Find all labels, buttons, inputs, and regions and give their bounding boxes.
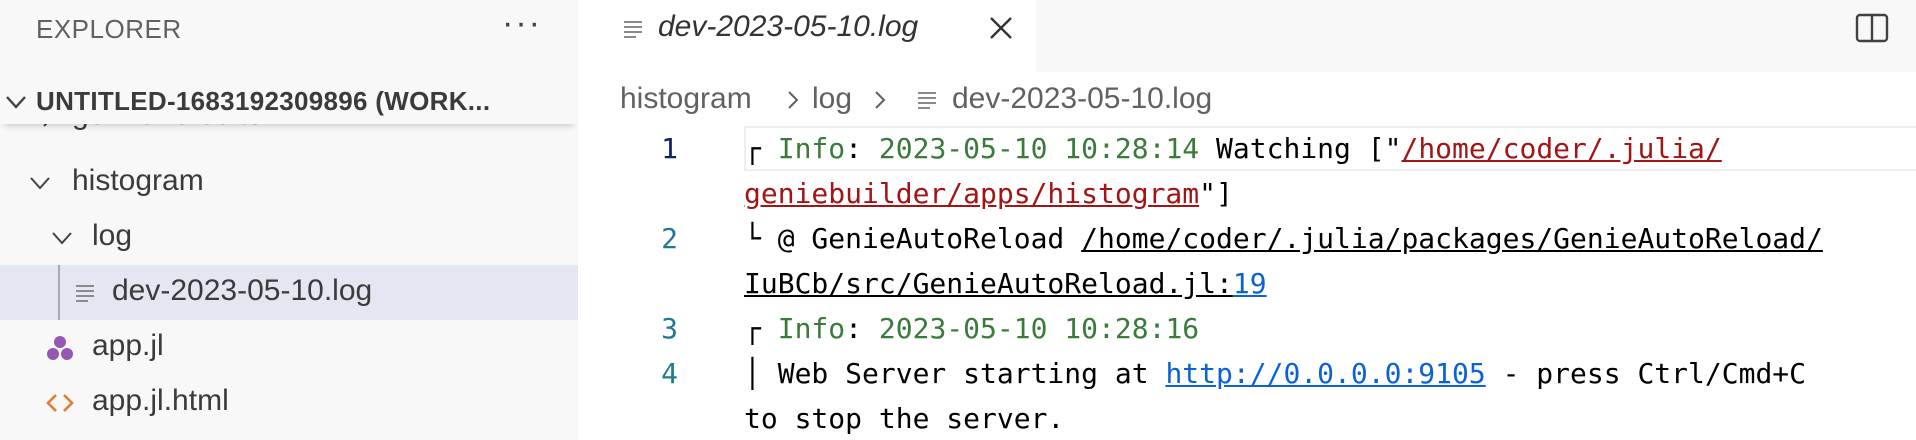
indent-guide bbox=[58, 265, 60, 320]
tree-item-log[interactable]: log bbox=[0, 210, 578, 265]
tree-item-label: dev-2023-05-10.log bbox=[112, 274, 373, 307]
code-token: ┌ bbox=[744, 132, 778, 165]
julia-icon bbox=[47, 336, 73, 360]
path-link[interactable]: geniebuilder/apps/histogram bbox=[744, 177, 1199, 210]
breadcrumb: histogram log dev-2023-05-10.log bbox=[578, 72, 1916, 126]
text-file-icon bbox=[76, 285, 94, 302]
path-link[interactable]: /home/coder/.julia/ bbox=[1401, 132, 1721, 165]
file-link[interactable]: IuBCb/src/GenieAutoReload.jl: bbox=[744, 267, 1233, 300]
line-number: 1 bbox=[661, 132, 678, 165]
text-file-icon bbox=[918, 92, 936, 109]
tree-item-app-jl-html[interactable]: app.jl.html bbox=[0, 375, 578, 430]
tree-item-label: app.jl.html bbox=[92, 384, 229, 417]
text-file-icon bbox=[624, 21, 642, 38]
code-token: "] bbox=[1199, 177, 1233, 210]
timestamp-token: 2023-05-10 10:28:16 bbox=[878, 312, 1200, 345]
code-token: │ Web Server starting at bbox=[744, 357, 1166, 390]
tab-bar: dev-2023-05-10.log bbox=[578, 0, 1916, 72]
tree-item-app-jl[interactable]: app.jl bbox=[0, 320, 578, 375]
info-token: Info bbox=[777, 312, 846, 345]
workspace-label: UNTITLED-1683192309896 (WORK... bbox=[36, 86, 491, 116]
split-editor-icon[interactable] bbox=[1854, 10, 1890, 46]
html-brackets-icon bbox=[46, 394, 74, 412]
code-token: : bbox=[845, 312, 879, 345]
chevron-down-icon bbox=[6, 96, 26, 109]
code-editor[interactable]: 1 2 3 4 ┌ Info: 2023-05-10 10:28:14 Watc… bbox=[578, 126, 1916, 440]
more-actions-icon[interactable]: ··· bbox=[502, 6, 542, 40]
line-number: 4 bbox=[661, 357, 678, 390]
code-line: └ @ GenieAutoReload /home/coder/.julia/p… bbox=[744, 222, 1823, 255]
url-link[interactable]: http://0.0.0.0:9105 bbox=[1165, 357, 1485, 390]
line-number-link[interactable]: 19 bbox=[1233, 267, 1267, 300]
code-line-wrap: geniebuilder/apps/histogram"] bbox=[744, 177, 1233, 210]
code-line-wrap: to stop the server. bbox=[744, 402, 1064, 435]
code-line: ┌ Info: 2023-05-10 10:28:16 bbox=[744, 312, 1199, 345]
tree-item-dev-log[interactable]: dev-2023-05-10.log bbox=[0, 265, 578, 320]
file-link[interactable]: /home/coder/.julia/packages/GenieAutoRel… bbox=[1081, 222, 1823, 255]
tree-item-label: histogram bbox=[72, 164, 204, 197]
code-token: to stop the server. bbox=[744, 402, 1065, 435]
tab-label: dev-2023-05-10.log bbox=[658, 10, 919, 43]
breadcrumb-item[interactable]: histogram bbox=[620, 82, 752, 116]
editor-area: dev-2023-05-10.log histogram log dev-202… bbox=[578, 0, 1916, 440]
chevron-right-icon bbox=[788, 91, 799, 109]
code-line: ┌ Info: 2023-05-10 10:28:14 Watching ["/… bbox=[744, 132, 1722, 165]
workspace-root[interactable]: UNTITLED-1683192309896 (WORK... bbox=[0, 78, 578, 124]
chevron-down-icon bbox=[52, 232, 72, 245]
info-token: Info bbox=[777, 132, 846, 165]
explorer-sidebar: EXPLORER ··· germancredits UNTITLED-1683… bbox=[0, 0, 578, 440]
tree-item-histogram[interactable]: histogram bbox=[0, 155, 578, 210]
timestamp-token: 2023-05-10 10:28:14 bbox=[878, 132, 1200, 165]
explorer-title: EXPLORER bbox=[36, 14, 182, 44]
breadcrumb-item[interactable]: dev-2023-05-10.log bbox=[952, 82, 1212, 116]
line-number: 3 bbox=[661, 312, 678, 345]
tree-item-label: log bbox=[92, 219, 133, 252]
code-token: ┌ bbox=[744, 312, 778, 345]
code-line: │ Web Server starting at http://0.0.0.0:… bbox=[744, 357, 1806, 390]
close-icon[interactable] bbox=[987, 14, 1015, 42]
code-token: - press Ctrl/Cmd+C bbox=[1485, 357, 1807, 390]
code-token: : bbox=[845, 132, 879, 165]
code-token: └ @ GenieAutoReload bbox=[744, 222, 1082, 255]
tree-item-label: app.jl bbox=[92, 329, 164, 362]
chevron-down-icon bbox=[30, 177, 50, 190]
code-line-wrap: IuBCb/src/GenieAutoReload.jl:19 bbox=[744, 267, 1267, 300]
line-number: 2 bbox=[661, 222, 678, 255]
tab-dev-log[interactable]: dev-2023-05-10.log bbox=[578, 0, 1036, 72]
chevron-right-icon bbox=[875, 91, 886, 109]
breadcrumb-item[interactable]: log bbox=[812, 82, 852, 116]
explorer-header: EXPLORER ··· bbox=[0, 0, 578, 56]
code-token: Watching [" bbox=[1199, 132, 1402, 165]
